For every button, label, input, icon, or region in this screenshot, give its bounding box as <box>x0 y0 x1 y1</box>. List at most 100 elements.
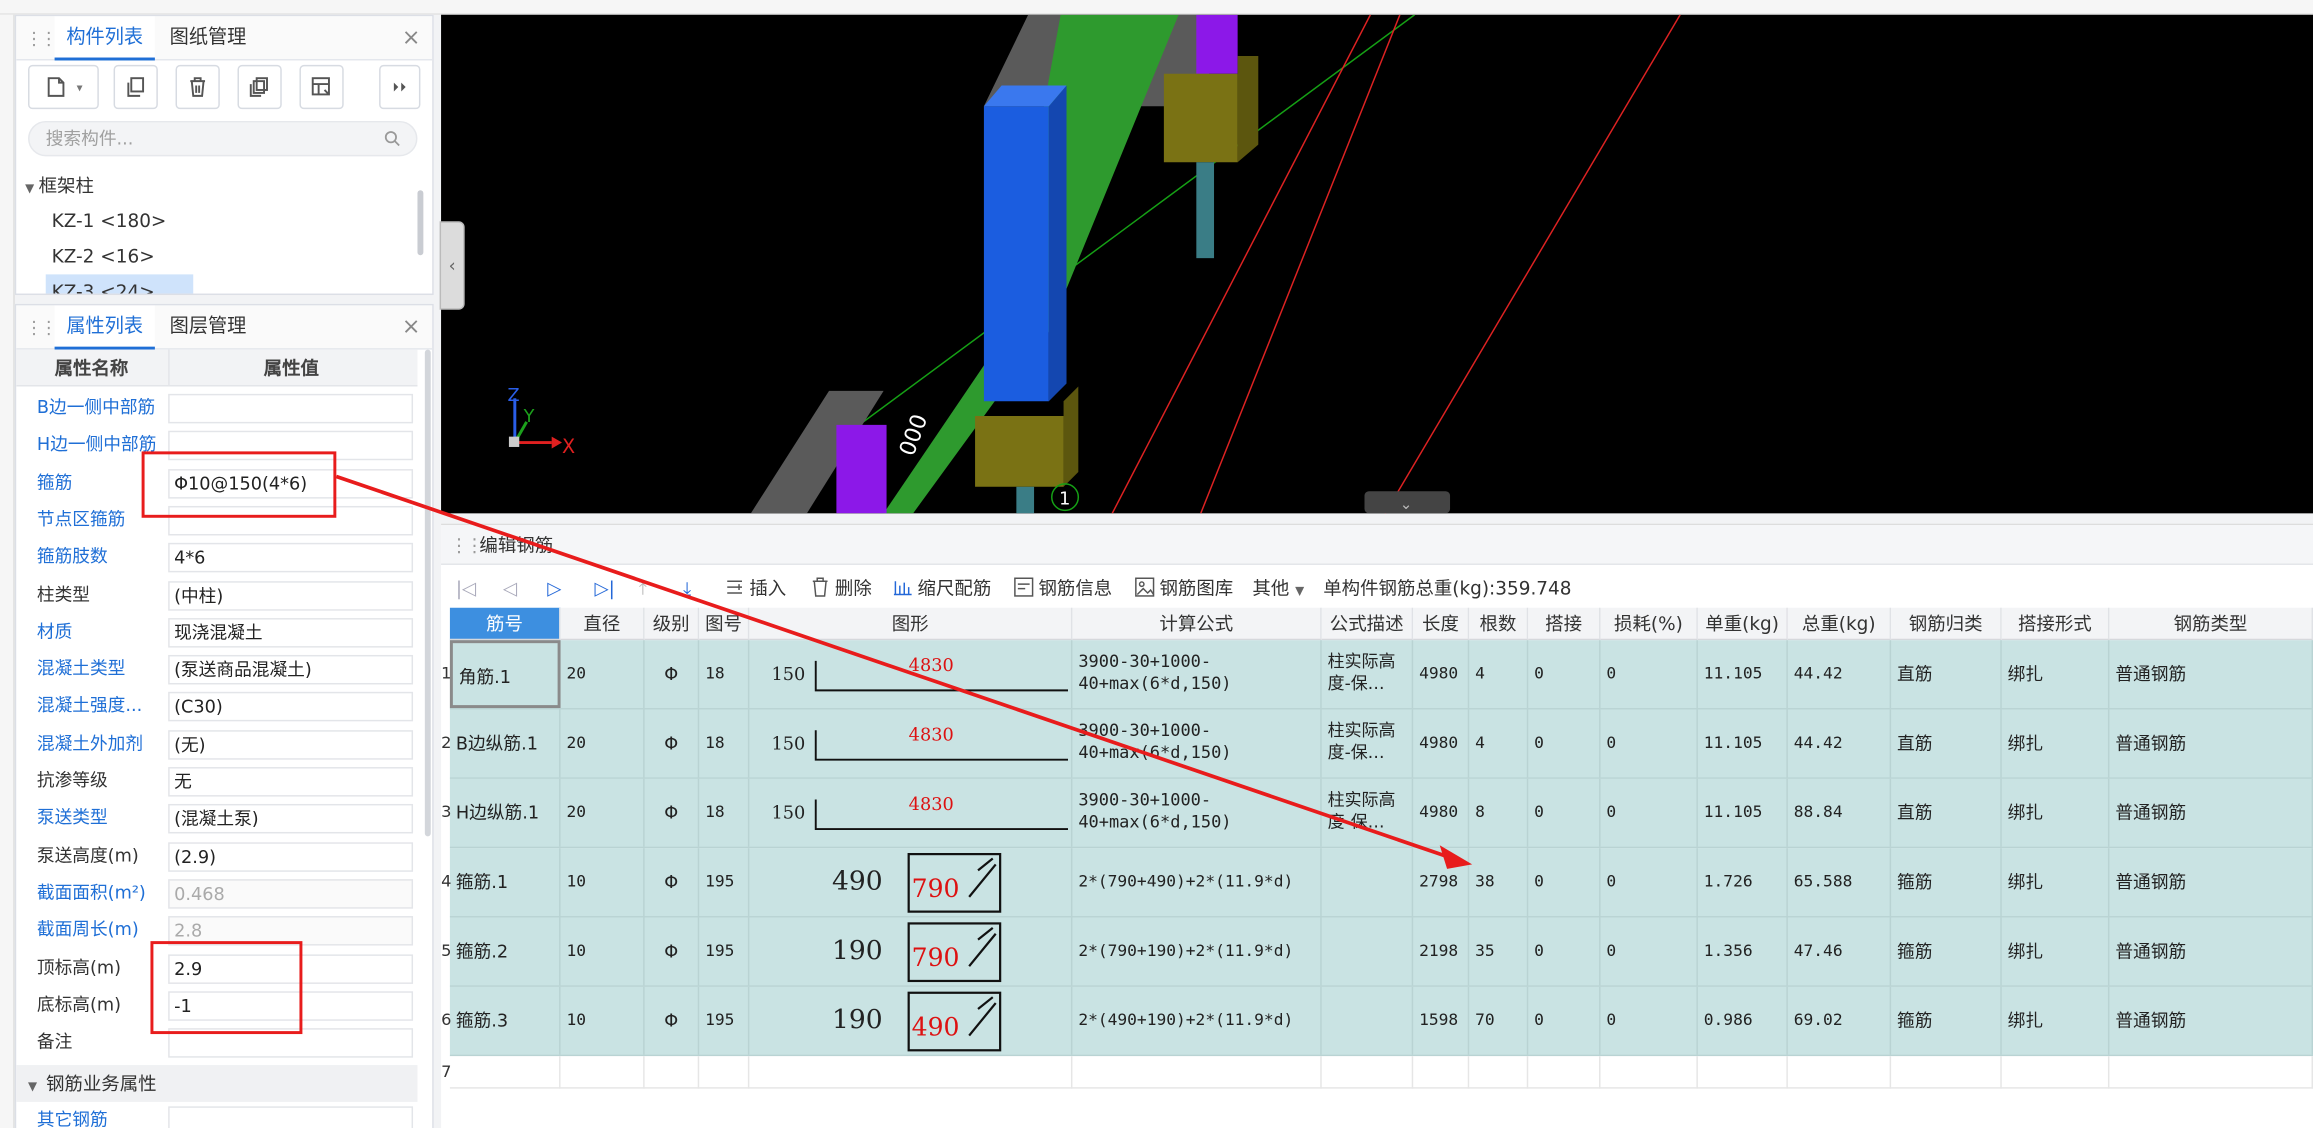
cell-lap[interactable]: 0 <box>1528 709 1601 778</box>
property-value-field[interactable]: (中柱) <box>168 580 414 610</box>
cell-grade[interactable]: Φ <box>645 917 700 986</box>
cell-loss[interactable]: 0 <box>1601 848 1698 917</box>
property-value-field[interactable]: 无 <box>168 767 414 797</box>
cell-lap_type[interactable]: 绑扎 <box>2002 917 2110 986</box>
col-rebar-type[interactable]: 钢筋类型 <box>2109 607 2313 641</box>
table-row[interactable]: 4 箍筋.1 10 Φ 195 490 790 2*(790+490)+2*(11.9*d) 2… <box>441 848 2313 918</box>
cell-len[interactable]: 4980 <box>1413 778 1470 847</box>
cell-fig[interactable]: 18 <box>699 640 750 709</box>
cell-cat[interactable]: 直筋 <box>1891 640 2002 709</box>
empty-cell[interactable] <box>1788 1056 1892 1089</box>
last-record-button[interactable]: ▷| <box>594 565 614 611</box>
empty-cell[interactable] <box>1601 1056 1698 1089</box>
cell-total[interactable]: 69.02 <box>1788 986 1892 1055</box>
cell-formula[interactable]: 3900-30+1000-40+max(6*d,150) <box>1072 709 1322 778</box>
cell-len[interactable]: 2198 <box>1413 917 1470 986</box>
cell-lap_type[interactable]: 绑扎 <box>2002 778 2110 847</box>
search-icon[interactable] <box>384 130 402 148</box>
cell-cat[interactable]: 箍筋 <box>1891 986 2002 1055</box>
cell-desc[interactable]: 柱实际高度-保… <box>1322 778 1414 847</box>
search-input[interactable] <box>45 128 371 149</box>
cell-lap[interactable]: 0 <box>1528 917 1601 986</box>
cell-fig[interactable]: 18 <box>699 778 750 847</box>
tree-item-kz3[interactable]: KZ-3 <24> <box>45 274 194 294</box>
cell-grade[interactable]: Φ <box>645 778 700 847</box>
tree-group-frame-column[interactable]: ▼ 框架柱 <box>16 168 414 203</box>
cell-name[interactable]: 角筋.1 <box>449 640 561 709</box>
prev-record-button[interactable]: ◁ <box>503 565 517 611</box>
cell-fig[interactable]: 195 <box>699 986 750 1055</box>
col-lap-type[interactable]: 搭接形式 <box>2001 607 2110 641</box>
close-icon[interactable]: × <box>402 313 421 340</box>
cell-lap_type[interactable]: 绑扎 <box>2002 709 2110 778</box>
copy-button[interactable] <box>113 64 158 110</box>
cell-loss[interactable]: 0 <box>1601 778 1698 847</box>
cell-unit[interactable]: 11.105 <box>1698 640 1788 709</box>
property-value-field[interactable]: 现浇混凝土 <box>168 617 414 648</box>
scale-rebar-button[interactable]: 缩尺配筋 <box>892 565 991 611</box>
empty-cell[interactable] <box>1322 1056 1414 1089</box>
cell-lap[interactable]: 0 <box>1528 848 1601 917</box>
extract-button[interactable] <box>299 64 344 110</box>
empty-cell[interactable] <box>749 1056 1073 1089</box>
cell-desc[interactable]: 柱实际高度-保… <box>1322 709 1414 778</box>
tree-item-kz2[interactable]: KZ-2 <16> <box>16 239 414 274</box>
empty-cell[interactable] <box>1469 1056 1529 1089</box>
cell-name[interactable]: H边纵筋.1 <box>450 778 561 847</box>
cell-type[interactable]: 普通钢筋 <box>2109 640 2313 709</box>
cell-formula[interactable]: 3900-30+1000-40+max(6*d,150) <box>1072 778 1322 847</box>
cell-grade[interactable]: Φ <box>645 986 700 1055</box>
cell-len[interactable]: 1598 <box>1413 986 1470 1055</box>
table-row[interactable]: 1 角筋.1 20 Φ 18 150 4830 3900-30+1000-40+max(6*d… <box>441 640 2313 710</box>
cell-name[interactable]: 箍筋.2 <box>450 917 561 986</box>
cell-count[interactable]: 38 <box>1469 848 1529 917</box>
tab-component-list[interactable]: 构件列表 <box>54 16 155 61</box>
insert-button[interactable]: 插入 <box>724 565 786 611</box>
section-rebar-business[interactable]: ▼ 钢筋业务属性 <box>16 1065 418 1102</box>
property-value-field[interactable]: 0.468 <box>168 879 414 909</box>
cell-cat[interactable]: 箍筋 <box>1891 917 2002 986</box>
tab-drawing-management[interactable]: 图纸管理 <box>158 16 258 60</box>
col-lap[interactable]: 搭接 <box>1528 607 1601 641</box>
cell-formula[interactable]: 2*(790+490)+2*(11.9*d) <box>1072 848 1322 917</box>
property-value-field[interactable] <box>168 393 414 424</box>
cell-cat[interactable]: 直筋 <box>1891 778 2002 847</box>
empty-cell[interactable] <box>561 1056 645 1089</box>
cell-dia[interactable]: 10 <box>561 848 645 917</box>
empty-cell[interactable] <box>2109 1056 2313 1089</box>
insert-above-icon[interactable]: ⤒ <box>639 565 647 611</box>
cell-fig[interactable]: 195 <box>699 848 750 917</box>
cell-type[interactable]: 普通钢筋 <box>2109 986 2313 1055</box>
cell-type[interactable]: 普通钢筋 <box>2109 848 2313 917</box>
col-category[interactable]: 钢筋归类 <box>1891 607 2002 641</box>
cell-type[interactable]: 普通钢筋 <box>2109 709 2313 778</box>
empty-cell[interactable] <box>699 1056 750 1089</box>
insert-below-icon[interactable]: ⤓ <box>683 565 691 611</box>
col-unit-weight[interactable]: 单重(kg) <box>1697 607 1788 641</box>
table-row[interactable]: 5 箍筋.2 10 Φ 195 190 790 2*(790+190)+2*(11.9*d) 2… <box>441 917 2313 987</box>
cell-count[interactable]: 4 <box>1469 640 1529 709</box>
cell-cat[interactable]: 直筋 <box>1891 709 2002 778</box>
caret-down-icon[interactable]: ▼ <box>25 181 34 194</box>
cell-loss[interactable]: 0 <box>1601 986 1698 1055</box>
empty-cell[interactable] <box>1413 1056 1470 1089</box>
cell-desc[interactable] <box>1322 848 1414 917</box>
close-icon[interactable]: × <box>402 24 421 51</box>
property-value-field[interactable] <box>168 1106 414 1128</box>
first-record-button[interactable]: |◁ <box>456 565 476 611</box>
cell-lap_type[interactable]: 绑扎 <box>2002 640 2110 709</box>
cell-lap[interactable]: 0 <box>1528 640 1601 709</box>
table-row[interactable]: 2 B边纵筋.1 20 Φ 18 150 4830 3900-30+1000-40+max(6… <box>441 709 2313 779</box>
cell-len[interactable]: 2798 <box>1413 848 1470 917</box>
cell-grade[interactable]: Φ <box>645 848 700 917</box>
cell-loss[interactable]: 0 <box>1601 709 1698 778</box>
col-total-weight[interactable]: 总重(kg) <box>1787 607 1892 641</box>
3d-viewport[interactable]: 1 000 X Y Z ⌄ <box>441 14 2313 514</box>
cell-dia[interactable]: 20 <box>561 709 645 778</box>
cell-desc[interactable]: 柱实际高度-保… <box>1322 640 1414 709</box>
cell-count[interactable]: 35 <box>1469 917 1529 986</box>
drag-grip-icon[interactable]: ⋮⋮ <box>25 317 57 338</box>
cell-grade[interactable]: Φ <box>645 640 700 709</box>
cell-dia[interactable]: 20 <box>561 640 645 709</box>
cell-grade[interactable]: Φ <box>645 709 700 778</box>
